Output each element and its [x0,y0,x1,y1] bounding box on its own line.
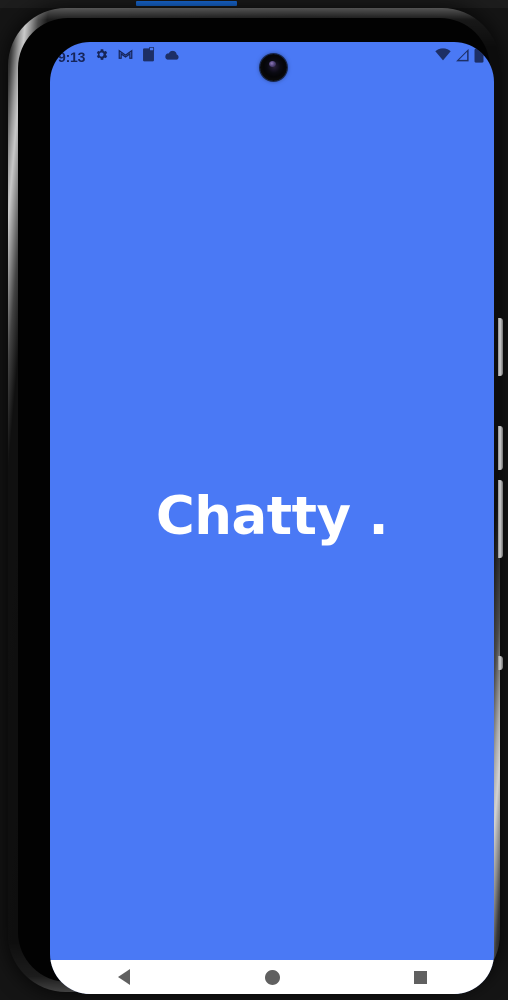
nav-home-button[interactable] [198,960,346,994]
navigation-bar [50,960,494,994]
power-button[interactable] [498,318,503,376]
settings-gear-icon [94,47,109,67]
phone-frame: 9:13 Chatty . [8,8,503,994]
nav-recents-button[interactable] [346,960,494,994]
volume-up-button[interactable] [498,426,503,470]
host-window-top-rail [0,0,508,8]
phone-bezel: 9:13 Chatty . [18,18,494,994]
cellular-signal-icon [455,48,470,67]
status-bar-right-group [435,46,484,68]
volume-down-button[interactable] [498,480,503,558]
loading-progress-strip [136,1,237,6]
recents-square-icon [413,970,427,984]
back-triangle-icon [118,969,130,985]
cloud-icon [164,48,180,66]
gmail-icon [118,47,133,67]
nav-back-button[interactable] [50,960,198,994]
status-bar-left-group: 9:13 [58,46,180,67]
home-circle-icon [264,969,280,985]
battery-icon [474,46,484,68]
extra-button[interactable] [498,656,503,670]
phone-screen: 9:13 Chatty . [50,42,494,994]
status-bar-clock: 9:13 [58,49,86,65]
splash-screen-content: Chatty . [50,72,494,960]
app-title: Chatty . [155,485,389,547]
wifi-icon [435,48,451,66]
clipboard-icon [142,46,155,67]
